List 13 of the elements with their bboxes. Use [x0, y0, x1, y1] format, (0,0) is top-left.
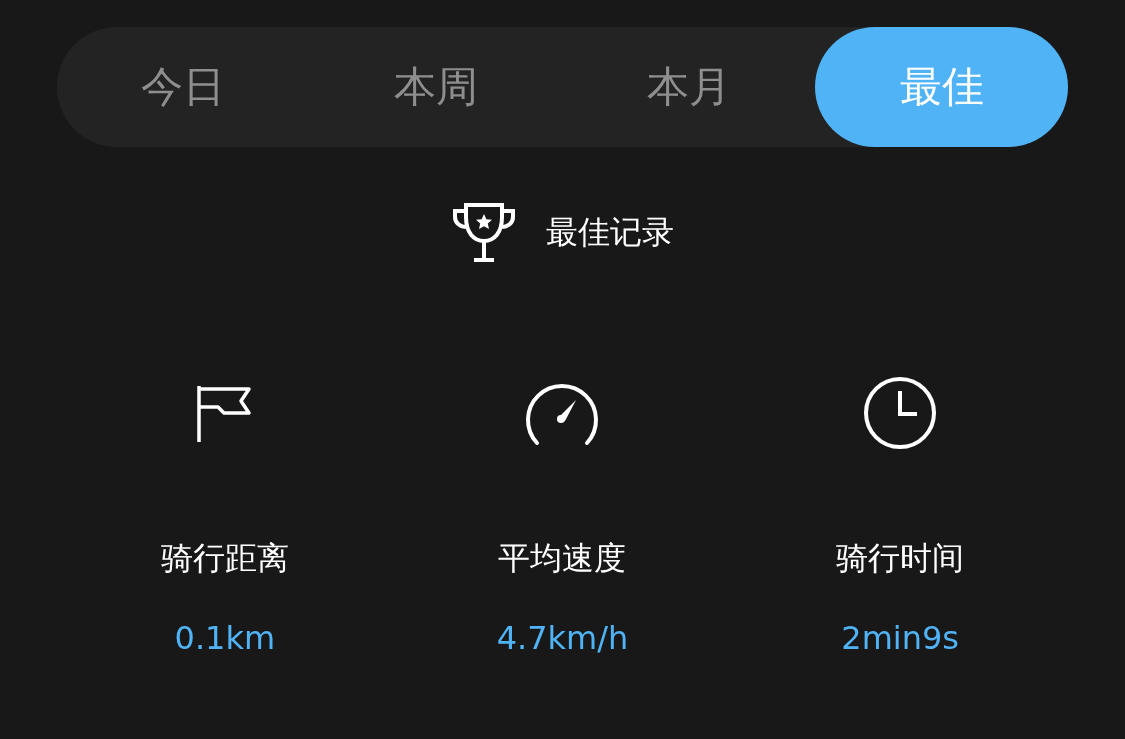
stat-label: 平均速度: [498, 538, 627, 579]
tab[interactable]: 今日: [57, 27, 310, 147]
tab[interactable]: 本月: [562, 27, 816, 147]
clock-icon: [863, 376, 938, 450]
stat-label: 骑行距离: [160, 538, 289, 579]
flag-icon: [195, 384, 254, 442]
stat-value: 2min9s: [841, 619, 959, 657]
trophy-icon: [451, 203, 516, 263]
stat-value: 4.7km/h: [496, 619, 629, 657]
stat-label: 骑行时间: [836, 538, 965, 579]
section-title: 最佳记录: [545, 212, 674, 253]
tab[interactable]: 本周: [309, 27, 563, 147]
stat-value: 0.1km: [174, 619, 276, 657]
